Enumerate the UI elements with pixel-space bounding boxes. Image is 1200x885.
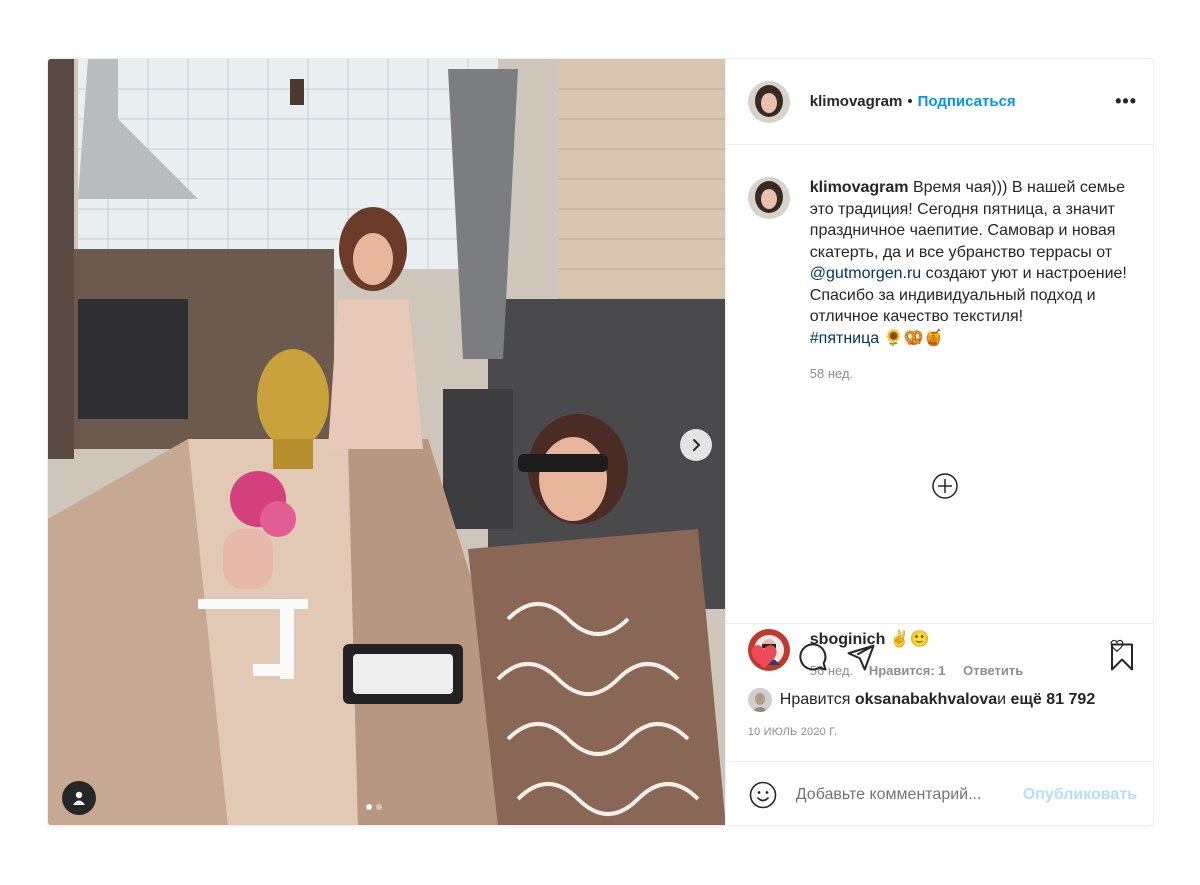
caption-emoji: 🌻🥨🍯 — [883, 329, 944, 347]
likes-count-link[interactable]: ещё 81 792 — [1011, 691, 1096, 709]
post-photo[interactable] — [48, 59, 725, 825]
caption-meta: 58 нед. — [810, 363, 1130, 385]
author-username[interactable]: klimovagram — [810, 93, 903, 110]
caption-username[interactable]: klimovagram — [810, 179, 909, 196]
tagged-users-button[interactable] — [62, 781, 96, 815]
publish-button[interactable]: Опубликовать — [1023, 786, 1137, 804]
caption-mention-link[interactable]: @gutmorgen.ru — [810, 265, 921, 282]
comment-input[interactable] — [795, 785, 1023, 804]
comments-section: klimovagram Время чая))) В нашей семье э… — [726, 145, 1153, 678]
add-comment-bar: Опубликовать — [725, 761, 1153, 825]
caption-hashtag-link[interactable]: #пятница — [810, 330, 879, 347]
heart-icon[interactable] — [748, 642, 780, 672]
post-side-panel: klimovagram • Подписаться ••• klimovagra… — [724, 59, 1153, 825]
post-header: klimovagram • Подписаться ••• — [725, 59, 1153, 145]
liker-username[interactable]: oksanabakhvalova — [855, 691, 997, 709]
post-date[interactable]: 10 ИЮЛЬ 2020 Г. — [748, 726, 1137, 738]
liker-avatar[interactable] — [747, 688, 772, 712]
carousel-indicator — [366, 804, 382, 810]
caption-avatar-image — [747, 177, 790, 219]
post-actions: Нравится oksanabakhvalova и ещё 81 792 1… — [725, 623, 1153, 761]
post-card: klimovagram • Подписаться ••• klimovagra… — [47, 58, 1154, 826]
caption: klimovagram Время чая))) В нашей семье э… — [747, 177, 1131, 385]
caption-time[interactable]: 58 нед. — [810, 366, 853, 381]
next-photo-button[interactable] — [680, 429, 712, 461]
carousel-dot — [376, 804, 382, 810]
likes-summary: Нравится oksanabakhvalova и ещё 81 792 — [747, 688, 1137, 712]
caption-body: klimovagram Время чая))) В нашей семье э… — [810, 177, 1130, 385]
user-tag-icon — [73, 791, 85, 805]
comment-icon[interactable] — [798, 642, 828, 672]
liker-avatar-image — [747, 688, 772, 712]
author-avatar-image — [747, 80, 790, 123]
photo-illustration — [48, 59, 725, 825]
bookmark-icon[interactable] — [1107, 642, 1137, 672]
more-options-button[interactable]: ••• — [1115, 91, 1137, 112]
author-avatar[interactable] — [747, 80, 790, 123]
share-icon[interactable] — [846, 642, 876, 672]
plus-circle-icon[interactable] — [930, 471, 960, 501]
follow-button[interactable]: Подписаться — [918, 93, 1016, 110]
emoji-icon[interactable] — [748, 780, 778, 810]
likes-mid: и — [997, 691, 1007, 708]
carousel-dot-active — [366, 804, 372, 810]
caption-author-avatar[interactable] — [747, 177, 790, 219]
separator-dot: • — [907, 93, 913, 110]
action-icons — [748, 640, 1137, 674]
likes-prefix: Нравится — [779, 691, 851, 708]
chevron-right-icon — [693, 439, 700, 451]
